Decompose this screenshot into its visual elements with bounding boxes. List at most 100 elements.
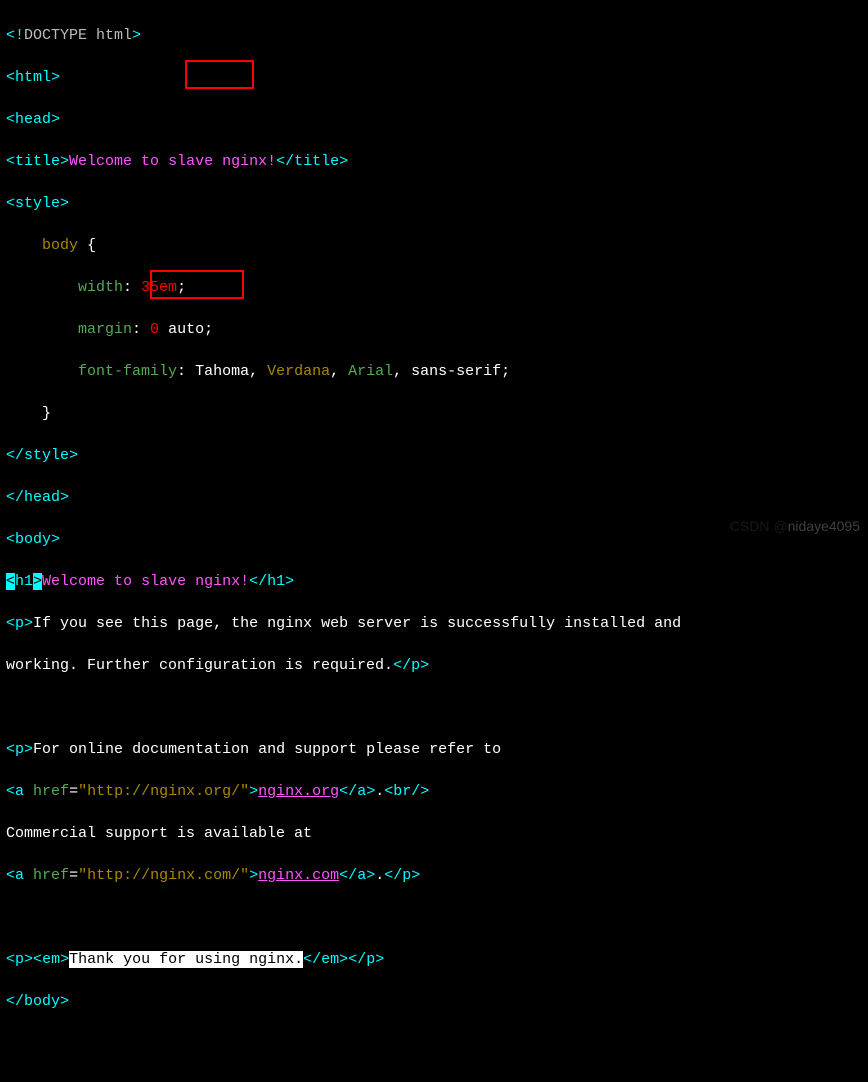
punct: > (132, 27, 141, 44)
tag: em (321, 951, 339, 968)
punct: > (60, 993, 69, 1010)
punct: </ (276, 153, 294, 170)
highlighted-word: slave (168, 153, 222, 170)
text: For online documentation and support ple… (33, 741, 501, 758)
punct: > (60, 951, 69, 968)
text: working. Further configuration is requir… (6, 657, 393, 674)
punct: </ (339, 783, 357, 800)
indent (6, 237, 42, 254)
property: margin (78, 321, 132, 338)
attr: href (33, 867, 69, 884)
tag: head (24, 489, 60, 506)
tag: body (24, 993, 60, 1010)
dot: . (375, 867, 384, 884)
tag: head (15, 111, 51, 128)
punct: > (60, 489, 69, 506)
code-line: <!DOCTYPE html> (6, 25, 862, 46)
text: Welcome t (42, 573, 123, 590)
tag: p (15, 741, 24, 758)
tag: a (15, 783, 24, 800)
code-line: working. Further configuration is requir… (6, 655, 862, 676)
code-line (6, 697, 862, 718)
url: http://nginx.org/ (87, 783, 240, 800)
code-line: </head> (6, 487, 862, 508)
code-line: <head> (6, 109, 862, 130)
tag: p (402, 867, 411, 884)
punct: > (51, 111, 60, 128)
sp (24, 783, 33, 800)
punct: < (6, 951, 15, 968)
tag: a (357, 867, 366, 884)
punct: </ (249, 573, 267, 590)
value: Verdana (267, 363, 330, 380)
text: nginx! (195, 573, 249, 590)
colon: : (132, 321, 150, 338)
value: , sans-serif; (393, 363, 510, 380)
text: nginx! (222, 153, 276, 170)
code-line (6, 907, 862, 928)
punct: > (69, 447, 78, 464)
colon: : (177, 363, 195, 380)
value: 0 (150, 321, 159, 338)
punct: > (411, 867, 420, 884)
quote: " (78, 783, 87, 800)
punct: < (384, 783, 393, 800)
code-line: <title>Welcome to slave nginx!</title> (6, 151, 862, 172)
punct: < (6, 153, 15, 170)
tag: title (294, 153, 339, 170)
code-editor[interactable]: <!DOCTYPE html> <html> <head> <title>Wel… (0, 0, 868, 1082)
punct: > (51, 531, 60, 548)
punct: > (60, 195, 69, 212)
tag: body (15, 531, 51, 548)
punct: </ (348, 951, 366, 968)
dot: . (375, 783, 384, 800)
indent (6, 321, 78, 338)
code-line: <h1>Welcome to slave nginx!</h1> (6, 571, 862, 592)
punct: </ (393, 657, 411, 674)
tag: html (15, 69, 51, 86)
punct: > (60, 153, 69, 170)
code-line: <p><em>Thank you for using nginx.</em></… (6, 949, 862, 970)
tag: p (366, 951, 375, 968)
selector: body (42, 237, 78, 254)
punct: < (6, 69, 15, 86)
punct: > (249, 783, 258, 800)
doctype: DOCTYPE html (24, 27, 132, 44)
tag: a (357, 783, 366, 800)
tag: title (15, 153, 60, 170)
punct: > (33, 573, 42, 590)
punct: /> (411, 783, 429, 800)
code-line: <html> (6, 67, 862, 88)
indent (6, 279, 78, 296)
punct: > (366, 783, 375, 800)
url: http://nginx.com/ (87, 867, 240, 884)
punct: > (51, 69, 60, 86)
quote: " (240, 783, 249, 800)
punct: > (375, 951, 384, 968)
text: Welcome to (69, 153, 168, 170)
code-line: </style> (6, 445, 862, 466)
punct: </ (384, 867, 402, 884)
punct: > (285, 573, 294, 590)
indent (6, 363, 78, 380)
tag: style (15, 195, 60, 212)
property: width (78, 279, 123, 296)
punct: < (6, 783, 15, 800)
punct: > (249, 867, 258, 884)
watermark-prefix: CSDN @ (730, 518, 788, 534)
punct: > (339, 153, 348, 170)
punct: </ (6, 447, 24, 464)
eq: = (69, 783, 78, 800)
punct: </ (6, 489, 24, 506)
text: Commercial support is available at (6, 825, 312, 842)
code-line: } (6, 403, 862, 424)
value: , (330, 363, 348, 380)
tag: style (24, 447, 69, 464)
punct: < (6, 741, 15, 758)
punct: < (33, 951, 42, 968)
punct: > (420, 657, 429, 674)
value: Arial (348, 363, 393, 380)
tag: h1 (267, 573, 285, 590)
tag: br (393, 783, 411, 800)
code-line: </body> (6, 991, 862, 1012)
